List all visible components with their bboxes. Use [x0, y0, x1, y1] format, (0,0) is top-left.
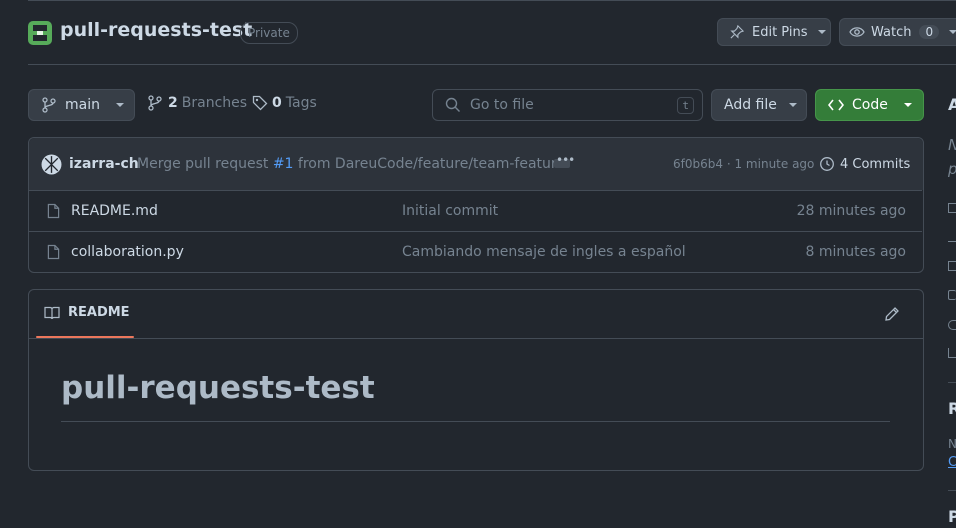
sidebar-releases-text: N	[948, 437, 956, 451]
file-commit-message[interactable]: Cambiando mensaje de ingles a español	[402, 244, 686, 260]
branch-icon	[42, 97, 56, 113]
sidebar-releases-heading: R	[948, 399, 956, 418]
sidebar-divider	[948, 490, 956, 491]
pin-icon	[730, 25, 744, 39]
commit-message-suffix: from DareuCode/feature/team-feature	[297, 156, 565, 172]
branch-name: main	[65, 97, 100, 113]
pr-link[interactable]: #1	[273, 156, 294, 172]
file-commit-time: 8 minutes ago	[805, 244, 906, 260]
commits-label: 4 Commits	[840, 156, 911, 172]
heading-underline	[61, 421, 890, 422]
file-icon	[47, 203, 60, 219]
activity-icon[interactable]	[948, 232, 956, 242]
watch-button[interactable]: Watch 0	[839, 18, 956, 46]
visibility-badge: Private	[240, 22, 298, 44]
edit-pins-button[interactable]: Edit Pins	[717, 18, 831, 46]
tag-icon	[252, 95, 268, 111]
watch-label: Watch	[871, 24, 912, 40]
branches-count: 2	[168, 95, 178, 111]
sidebar-releases-link[interactable]: C	[948, 455, 956, 470]
readme-tab-label: README	[68, 305, 130, 320]
readme-icon[interactable]	[948, 203, 956, 213]
sidebar-description-line: N	[948, 136, 956, 154]
commit-sha[interactable]: 6f0b6b4	[673, 157, 723, 171]
ellipsis-button[interactable]: •••	[554, 153, 575, 168]
commit-time: 1 minute ago	[734, 157, 815, 171]
readme-heading: pull-requests-test	[61, 370, 375, 406]
commits-link[interactable]: 4 Commits	[819, 156, 910, 172]
code-label: Code	[852, 97, 888, 113]
branch-icon	[148, 95, 162, 111]
commit-author[interactable]: izarra-ch	[69, 156, 139, 172]
chevron-down-icon	[115, 103, 124, 107]
commit-message-prefix: Merge pull request	[137, 156, 269, 172]
commit-meta: 6f0b6b4 · 1 minute ago	[673, 157, 814, 171]
branches-link[interactable]: 2 Branches	[148, 95, 247, 111]
chevron-down-icon	[788, 103, 797, 107]
search-placeholder: Go to file	[470, 97, 534, 113]
file-icon	[47, 244, 60, 260]
go-to-file-search[interactable]: Go to file t	[432, 89, 703, 121]
readme-header-divider	[29, 338, 923, 339]
chevron-down-icon	[903, 103, 912, 107]
branch-selector[interactable]: main	[28, 89, 135, 121]
fork-icon[interactable]	[948, 348, 956, 358]
repo-owner-avatar-icon[interactable]	[28, 21, 52, 45]
author-avatar[interactable]	[41, 154, 62, 175]
history-icon	[820, 157, 834, 171]
add-file-label: Add file	[724, 97, 777, 113]
header-divider	[28, 64, 956, 65]
meta-separator: ·	[726, 157, 731, 171]
chevron-down-icon	[949, 30, 956, 34]
book-icon	[44, 306, 60, 319]
search-icon	[445, 97, 460, 112]
file-name[interactable]: README.md	[71, 203, 158, 219]
code-button[interactable]: Code	[815, 89, 924, 121]
watch-count: 0	[919, 25, 940, 39]
edit-pins-label: Edit Pins	[752, 24, 808, 40]
pencil-icon[interactable]	[884, 306, 900, 322]
add-file-button[interactable]: Add file	[711, 89, 807, 121]
sidebar-packages-heading: P	[948, 507, 956, 526]
top-border	[28, 0, 956, 1]
repo-name[interactable]: pull-requests-test	[60, 19, 252, 41]
dots-icon: •••	[556, 153, 575, 167]
readme-tab[interactable]: README	[44, 305, 130, 320]
file-commit-message[interactable]: Initial commit	[402, 203, 498, 219]
sidebar-divider	[948, 382, 956, 383]
row-divider	[29, 190, 922, 191]
license-icon[interactable]	[948, 261, 956, 271]
eye-icon	[849, 27, 865, 37]
tags-link[interactable]: 0 Tags	[252, 95, 317, 111]
sidebar-description-line: p	[948, 160, 956, 178]
file-name[interactable]: collaboration.py	[71, 244, 184, 260]
file-commit-time: 28 minutes ago	[796, 203, 906, 219]
branches-label: Branches	[181, 95, 248, 111]
code-icon	[828, 99, 844, 111]
sidebar-about-heading: A	[948, 95, 956, 114]
tags-label: Tags	[285, 95, 317, 111]
shortcut-hint: t	[677, 97, 694, 114]
row-divider	[29, 231, 922, 232]
commit-message[interactable]: Merge pull request #1 from DareuCode/fea…	[137, 156, 565, 172]
tags-count: 0	[272, 95, 282, 111]
eye-icon[interactable]	[948, 320, 956, 330]
chevron-down-icon	[817, 30, 826, 34]
star-icon[interactable]	[948, 290, 956, 300]
